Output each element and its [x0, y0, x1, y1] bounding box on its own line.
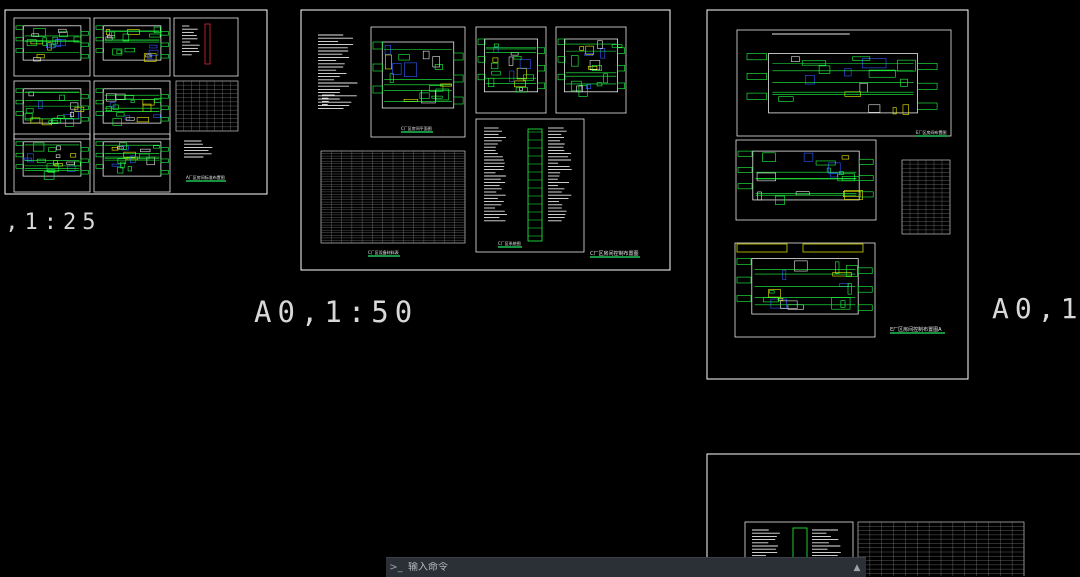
sheet-c-plan3: [557, 38, 625, 97]
sheet-c-riser-notes-left: [484, 127, 507, 222]
drawing-canvas[interactable]: A厂区房间标准布置图 C厂区房间平面图 C厂区设备材料表 C厂区系统图 C厂区房间控制布…: [0, 0, 1080, 576]
sheet-c-plan: [372, 41, 464, 109]
sheet-c-riser-caption: C厂区系统图: [498, 240, 521, 246]
sheet-c-schedule-caption: C厂区设备材料表: [368, 249, 399, 255]
sheet-a-caption: A厂区房间标准布置图: [186, 174, 225, 180]
sheet-c-plan2: [477, 38, 545, 93]
sheet-e-plan-low-box: [734, 242, 876, 338]
sheet-a-riser-notes: [182, 25, 200, 56]
sheet-c-caption: C厂区房间控制布置图: [590, 250, 639, 257]
sheet-f-notes-left: [752, 529, 780, 560]
sheet-e-plan-low: [736, 258, 873, 315]
sheet-a-viewport-2: [13, 80, 91, 140]
sheet-e-caption-top: E厂区房间布置图: [916, 129, 947, 135]
sheet-a-notes: [184, 140, 213, 158]
sheet-a-riser-box: [173, 17, 239, 77]
sheet-e-frame: [706, 9, 969, 380]
sheet-f-schedule: [857, 521, 1025, 576]
sheet-contents: [13, 17, 1025, 576]
sheet-c-riser-column: [527, 128, 543, 242]
sheet-c-riser-notes-right: [548, 127, 572, 222]
sheet-f-notes-right: [812, 529, 841, 560]
sheet-a-schedule: [175, 80, 239, 132]
command-input[interactable]: [406, 562, 848, 573]
sheet-c-frame: [300, 9, 671, 271]
sheet-a-viewport-4: [13, 133, 91, 193]
sheet-a-viewport-3: [93, 80, 171, 140]
sheet-c-plan-caption: C厂区房间平面图: [401, 125, 432, 131]
sheet-c-plan-box: [370, 26, 466, 138]
sheet-e-caption: E厂区房间控制布置图A: [890, 326, 942, 333]
command-line-bar[interactable]: >_ ▲: [386, 557, 866, 577]
command-prompt-icon: >_: [389, 562, 403, 573]
sheet-c-schedule: [320, 150, 466, 244]
scale-label-a1-25: ),1:25: [0, 210, 102, 235]
sheet-a-plan-4: [15, 141, 89, 180]
sheet-a-plan-1: [95, 25, 169, 62]
sheet-c-legend-notes: [322, 94, 335, 106]
sheet-a-viewport-1: [93, 17, 171, 77]
chevron-up-icon[interactable]: ▲: [848, 563, 866, 573]
sheet-e-legend-table: [901, 159, 951, 235]
sheet-e-plan-top: [746, 53, 938, 115]
sheet-a-plan-5: [95, 141, 169, 177]
sheet-a-plan-0: [15, 25, 89, 62]
sheet-a-viewport-0: [13, 17, 91, 77]
sheet-e-plan-mid: [737, 150, 874, 205]
sheet-frames: [4, 9, 1080, 576]
sheet-e-low-tag-1: [736, 243, 788, 253]
sheet-c-legend: [318, 34, 358, 110]
sheet-a-plan-2: [15, 88, 89, 127]
sheet-e-low-tag-2: [802, 243, 864, 253]
scale-label-a0-right: A0,1: [992, 292, 1080, 325]
sheet-a-riser-red: [204, 23, 211, 65]
sheet-a-plan-3: [95, 88, 169, 126]
sheet-c-plan2-box: [475, 26, 547, 114]
scale-label-a0-50: A0,1:50: [254, 295, 419, 329]
